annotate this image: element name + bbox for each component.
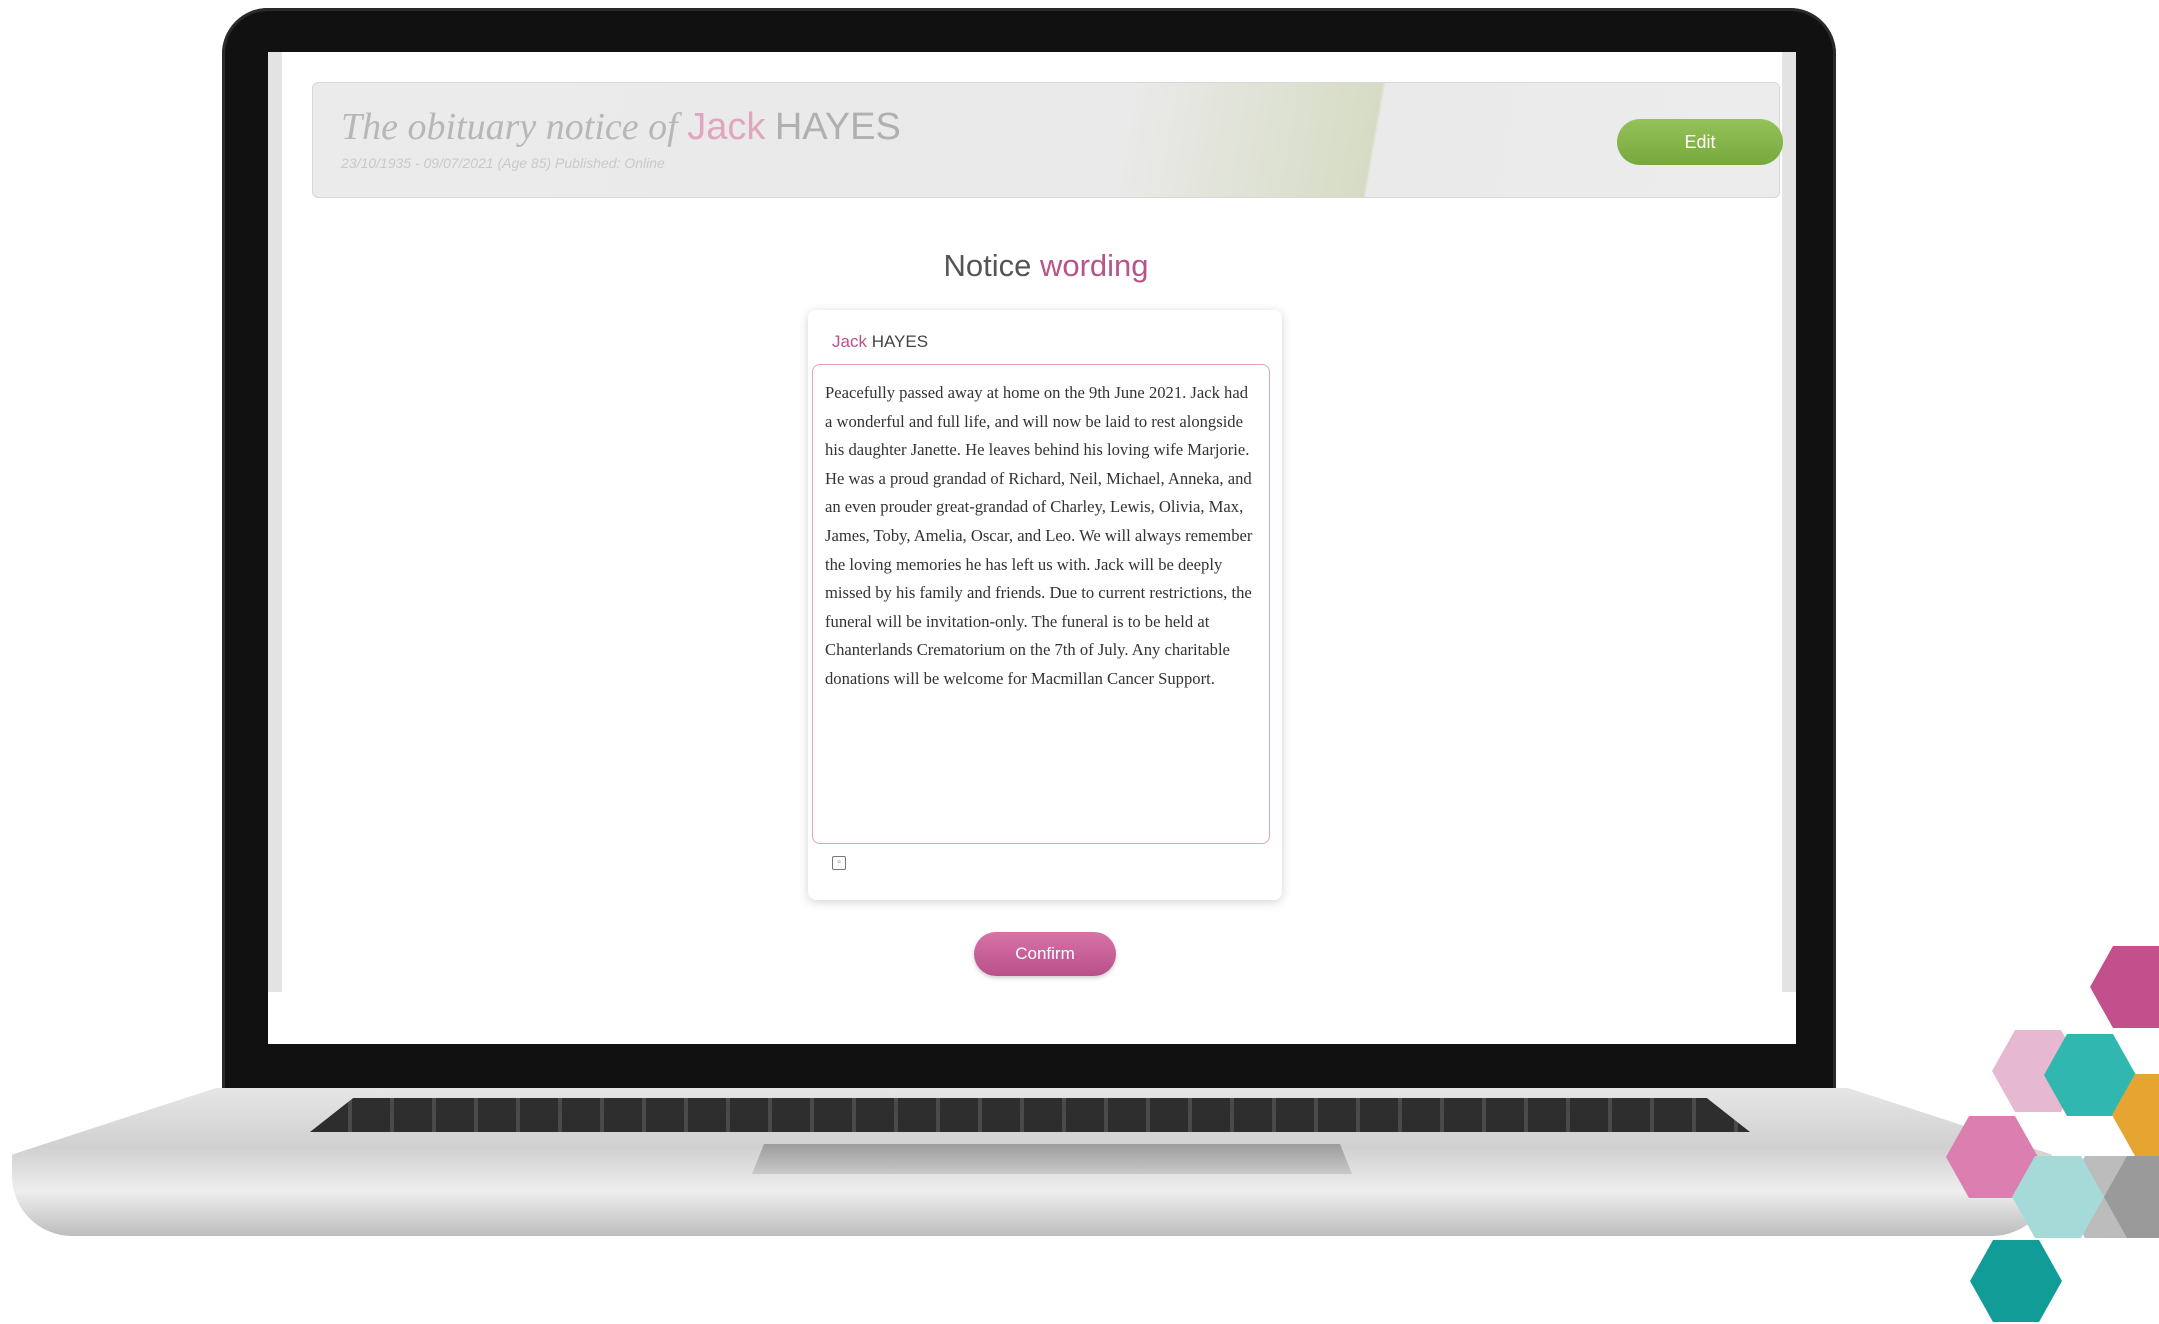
notice-first-name: Jack [832, 332, 867, 351]
hexagon-shape [2090, 946, 2159, 1028]
confirm-button[interactable]: Confirm [974, 932, 1116, 976]
section-title-main: Notice [943, 248, 1032, 283]
section-title: Notice wording [282, 248, 1796, 284]
notice-wording-textarea[interactable]: Peacefully passed away at home on the 9t… [812, 364, 1270, 844]
laptop-trackpad [752, 1144, 1352, 1174]
notice-last-name: HAYES [871, 332, 929, 351]
page-title: The obituary notice of Jack HAYES [341, 105, 901, 149]
notice-person-name: Jack HAYES [832, 332, 928, 352]
section-title-accent: wording [1039, 248, 1149, 283]
hexagon-shape [1970, 1240, 2062, 1322]
laptop-screen: The obituary notice of Jack HAYES 23/10/… [268, 52, 1796, 1044]
title-first-name: Jack [687, 106, 766, 148]
title-last-name: HAYES [774, 106, 901, 148]
document-icon[interactable]: ▫ [832, 856, 846, 870]
obituary-header-banner: The obituary notice of Jack HAYES 23/10/… [312, 82, 1783, 198]
page-content: The obituary notice of Jack HAYES 23/10/… [268, 52, 1796, 992]
title-prefix: The obituary notice of [341, 106, 678, 148]
page-subtitle: 23/10/1935 - 09/07/2021 (Age 85) Publish… [341, 155, 665, 171]
notice-card: Jack HAYES Peacefully passed away at hom… [808, 310, 1282, 900]
laptop-keyboard [310, 1098, 1750, 1132]
edit-button[interactable]: Edit [1617, 119, 1783, 165]
